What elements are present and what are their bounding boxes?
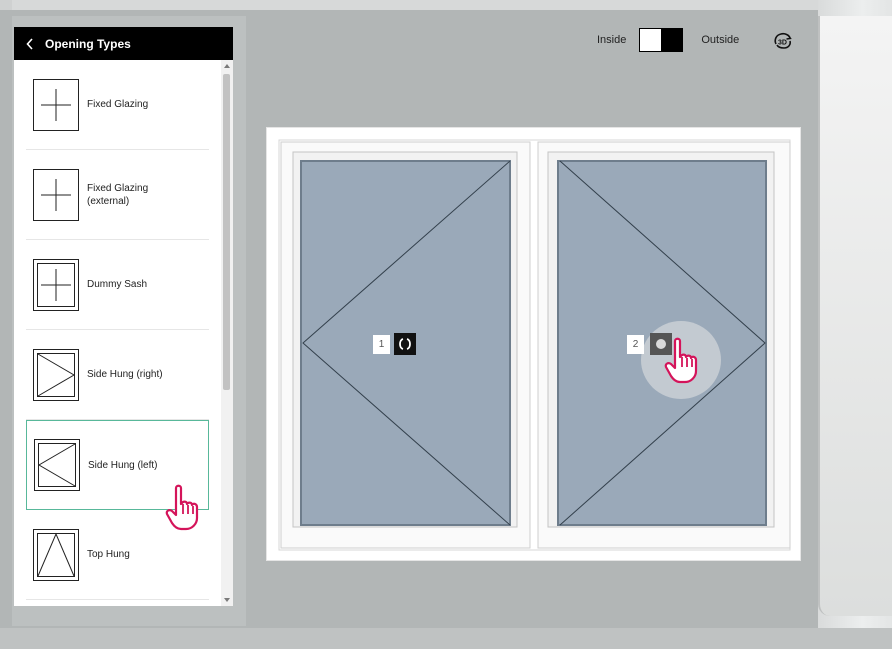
side-hung-right-icon <box>33 348 79 401</box>
list-item-label: Fixed Glazing (external) <box>87 182 149 207</box>
fixed-glazing-external-icon <box>33 168 79 221</box>
list-item-label: Side Hung (right) <box>87 369 163 380</box>
panel-title: Opening Types <box>45 36 131 51</box>
inside-label: Inside <box>597 34 627 46</box>
toggle-outside-half <box>661 29 683 51</box>
list-item-label: Fixed Glazing <box>87 99 149 110</box>
sash-number-2: 2 <box>627 335 644 354</box>
list-item-label: Dummy Sash <box>87 279 148 290</box>
side-hung-left-icon <box>34 439 80 491</box>
scroll-up-icon[interactable] <box>224 64 230 68</box>
back-chevron-icon[interactable] <box>23 37 37 51</box>
sash-number-1: 1 <box>373 335 390 354</box>
scroll-thumb[interactable] <box>223 74 230 390</box>
background-monitor <box>818 16 892 616</box>
fixed-glazing-icon <box>33 78 79 131</box>
window-frame-drawing <box>278 139 791 551</box>
list-item-fixed-glazing[interactable]: Fixed Glazing <box>26 60 209 150</box>
background-top <box>0 0 892 10</box>
view-toggle-switch[interactable] <box>639 28 684 52</box>
list-item-label: Side Hung (left) <box>88 459 158 471</box>
inside-outside-toggle: Inside Outside <box>597 28 739 52</box>
sash-settings-icon[interactable] <box>394 333 416 355</box>
background-bottom <box>0 628 892 649</box>
window-elevation <box>266 127 801 561</box>
dummy-sash-icon <box>33 258 79 311</box>
rotate-3d-label: 3D <box>778 40 787 47</box>
top-hung-icon <box>33 528 79 581</box>
outside-label: Outside <box>701 34 740 46</box>
toggle-inside-half <box>640 29 662 51</box>
list-item-side-hung-right[interactable]: Side Hung (right) <box>26 330 209 420</box>
panel-header: Opening Types <box>14 27 233 60</box>
scroll-down-icon[interactable] <box>224 598 230 602</box>
pointer-hand-icon <box>664 337 698 384</box>
list-item-fixed-glazing-external[interactable]: Fixed Glazing (external) <box>26 150 209 240</box>
rotate-3d-icon[interactable]: 3D <box>772 31 794 51</box>
list-item-dummy-sash[interactable]: Dummy Sash <box>26 240 209 330</box>
panel-scrollbar[interactable] <box>221 60 233 606</box>
pointer-hand-icon <box>165 484 199 531</box>
list-item-label: Top Hung <box>87 549 130 560</box>
